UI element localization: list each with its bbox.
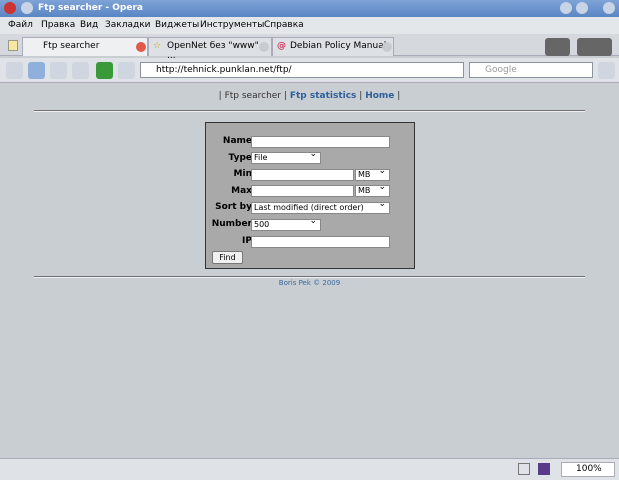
speed-dial-icon[interactable] bbox=[598, 62, 615, 79]
menu-edit[interactable]: Правка bbox=[41, 20, 75, 30]
footer: Boris Pek © 2009 bbox=[278, 279, 341, 287]
divider bbox=[34, 110, 585, 112]
fit-width-icon[interactable] bbox=[518, 463, 530, 475]
view-mode-icon[interactable] bbox=[538, 463, 550, 475]
reload-icon[interactable] bbox=[96, 62, 113, 79]
menu-file[interactable]: Файл bbox=[8, 20, 33, 30]
close-button[interactable] bbox=[603, 2, 615, 14]
type-select[interactable]: File bbox=[251, 149, 321, 164]
title-bar: Ftp searcher - Opera bbox=[0, 0, 619, 17]
menu-widgets[interactable]: Виджеты bbox=[155, 20, 199, 30]
star-icon: ☆ bbox=[153, 41, 162, 51]
nav-home[interactable]: Home bbox=[365, 91, 394, 101]
min-input[interactable] bbox=[251, 169, 354, 181]
zoom-select[interactable]: 100% bbox=[561, 462, 615, 477]
nav-ftp-searcher: Ftp searcher bbox=[224, 91, 282, 101]
fast-forward-icon[interactable] bbox=[72, 62, 89, 79]
max-input[interactable] bbox=[251, 185, 354, 197]
find-button[interactable]: Find bbox=[212, 251, 243, 264]
tab-debian[interactable]: @ Debian Policy Manual bbox=[272, 37, 394, 56]
forward-icon[interactable] bbox=[50, 62, 67, 79]
close-tab-icon[interactable] bbox=[136, 42, 146, 52]
window-menu-icon[interactable] bbox=[21, 2, 33, 14]
nav-ftp-statistics[interactable]: Ftp statistics bbox=[290, 91, 357, 101]
status-bar: 100% bbox=[0, 458, 619, 480]
tab-ftp-searcher[interactable]: Ftp searcher bbox=[22, 37, 148, 56]
rewind-icon[interactable] bbox=[6, 62, 23, 79]
tab-bar: Ftp searcher ☆ OpenNet без "www" - ... @… bbox=[0, 34, 619, 61]
back-icon[interactable] bbox=[28, 62, 45, 79]
divider bbox=[34, 276, 585, 278]
address-input[interactable]: http://tehnick.punklan.net/ftp/ bbox=[140, 62, 464, 78]
menu-help[interactable]: Справка bbox=[264, 20, 304, 30]
notes-button[interactable] bbox=[545, 38, 570, 56]
window-title: Ftp searcher - Opera bbox=[38, 3, 143, 13]
edit-icon[interactable] bbox=[118, 62, 135, 79]
min-unit-select[interactable]: MB bbox=[355, 166, 390, 181]
menu-bookmarks[interactable]: Закладки bbox=[105, 20, 151, 30]
navigation-toolbar: http://tehnick.punklan.net/ftp/ Google bbox=[0, 58, 619, 83]
new-tab-icon[interactable] bbox=[8, 40, 18, 51]
close-tab-icon[interactable] bbox=[259, 42, 269, 52]
menu-tools[interactable]: Инструменты bbox=[200, 20, 264, 30]
minimize-button[interactable] bbox=[560, 2, 572, 14]
site-nav: | Ftp searcher | Ftp statistics | Home | bbox=[218, 91, 401, 101]
tab-opennet[interactable]: ☆ OpenNet без "www" - ... bbox=[148, 37, 272, 61]
maximize-button[interactable] bbox=[576, 2, 588, 14]
ip-input[interactable] bbox=[251, 236, 390, 248]
close-tab-icon[interactable] bbox=[382, 42, 392, 52]
number-select[interactable]: 500 bbox=[251, 216, 321, 231]
menu-view[interactable]: Вид bbox=[80, 20, 98, 30]
sort-select[interactable]: Last modified (direct order) bbox=[251, 199, 390, 214]
opera-logo-icon[interactable] bbox=[4, 2, 16, 14]
search-form: Name Type File Min MB Max MB Sort by Las… bbox=[205, 122, 415, 269]
name-input[interactable] bbox=[251, 136, 390, 148]
max-unit-select[interactable]: MB bbox=[355, 182, 390, 197]
debian-icon: @ bbox=[277, 41, 286, 51]
trash-button[interactable] bbox=[577, 38, 612, 56]
menu-bar: Файл Правка Вид Закладки Виджеты Инструм… bbox=[0, 17, 619, 34]
search-input[interactable]: Google bbox=[469, 62, 593, 78]
